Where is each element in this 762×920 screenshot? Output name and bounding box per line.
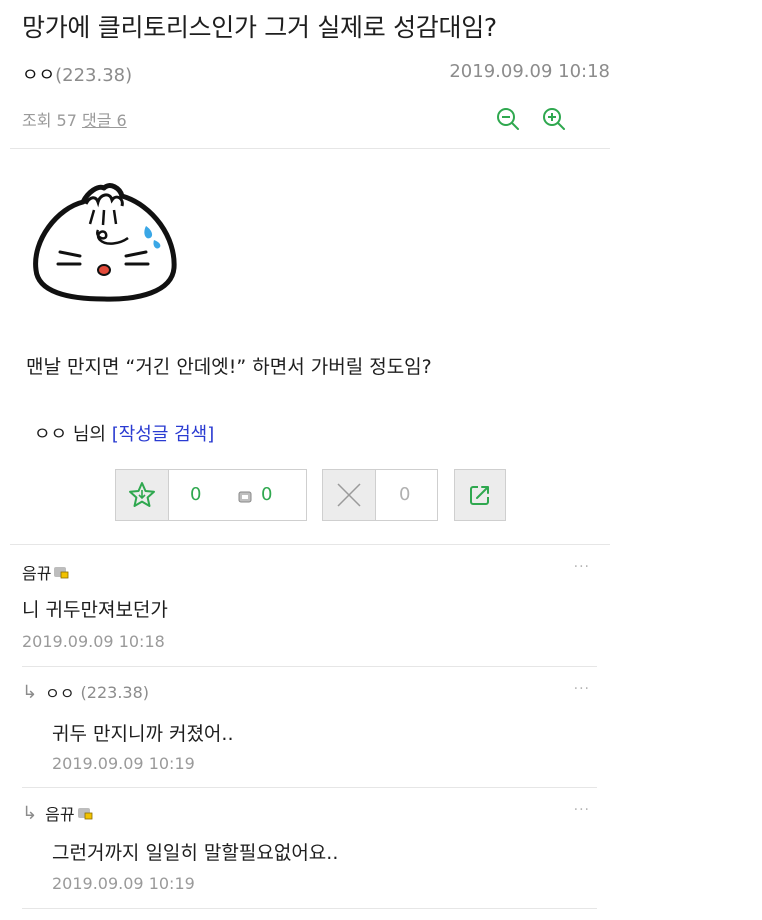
- author-search-line: ㅇㅇ 님의 [작성글 검색]: [34, 420, 214, 446]
- view-count: 조회 57: [22, 111, 77, 130]
- share-icon: [470, 486, 489, 505]
- comment-author[interactable]: 음뀨: [22, 560, 69, 584]
- x-icon[interactable]: [323, 470, 376, 520]
- recommend-count: 0: [190, 484, 202, 505]
- zoom-out-icon[interactable]: [495, 106, 521, 132]
- post-date: 2019.09.09 10:18: [449, 61, 610, 82]
- author-search-link[interactable]: [작성글 검색]: [112, 424, 215, 445]
- reply-more-button[interactable]: ···: [574, 681, 590, 697]
- post-title: 망가에 클리토리스인가 그거 실제로 성감대임?: [22, 13, 497, 42]
- comment-count-link[interactable]: 댓글 6: [82, 111, 127, 130]
- not-recommend-box: 0: [322, 469, 438, 521]
- comment-text: 니 귀두만져보던가: [22, 599, 168, 621]
- reply-author[interactable]: ↳ ㅇㅇ (223.38): [22, 680, 149, 704]
- comment-date: 2019.09.09 10:18: [22, 632, 165, 651]
- comment-nick[interactable]: 음뀨: [22, 560, 51, 584]
- comment-divider: [22, 666, 597, 667]
- comment-divider: [22, 908, 597, 909]
- zoom-in-icon[interactable]: [541, 106, 567, 132]
- dumpling-emoticon: [28, 180, 178, 302]
- member-badge-icon: [54, 567, 69, 579]
- comment-divider: [22, 787, 597, 788]
- not-recommend-count: 0: [399, 484, 411, 505]
- post-stats: 조회 57 댓글 6: [22, 107, 127, 131]
- post-author[interactable]: ㅇㅇ(223.38): [22, 61, 132, 87]
- comment-more-button[interactable]: ···: [574, 559, 590, 575]
- reply-ip: (223.38): [80, 682, 150, 702]
- reply-nick[interactable]: ㅇㅇ: [45, 680, 74, 704]
- author-ip: (223.38): [55, 65, 133, 86]
- post-body: 맨날 만지면 “거긴 안데엣!” 하면서 가버릴 정도임?: [26, 356, 432, 378]
- reply-arrow-icon: ↳: [22, 681, 38, 703]
- reply-text: 그런거까지 일일히 말할필요없어요..: [52, 842, 339, 864]
- member-badge-icon: [77, 808, 92, 820]
- author-nick[interactable]: ㅇㅇ: [22, 65, 55, 86]
- star-icon[interactable]: [116, 470, 169, 520]
- fixed-recommend-count: 0: [261, 484, 273, 505]
- reply-text: 귀두 만지니까 커졌어..: [52, 723, 234, 745]
- reply-arrow-icon: ↳: [22, 802, 38, 824]
- recommend-box: 0 0: [115, 469, 307, 521]
- share-button[interactable]: [454, 469, 506, 521]
- fixed-recommend-icon: [238, 488, 252, 507]
- reply-author[interactable]: ↳ 음뀨: [22, 801, 93, 825]
- comments-top-divider: [10, 544, 610, 545]
- reply-more-button[interactable]: ···: [574, 802, 590, 818]
- author-search-prefix: ㅇㅇ 님의: [34, 424, 106, 445]
- reply-nick[interactable]: 음뀨: [45, 801, 74, 825]
- reply-date: 2019.09.09 10:19: [52, 754, 195, 773]
- reply-date: 2019.09.09 10:19: [52, 874, 195, 893]
- header-divider: [10, 148, 610, 149]
